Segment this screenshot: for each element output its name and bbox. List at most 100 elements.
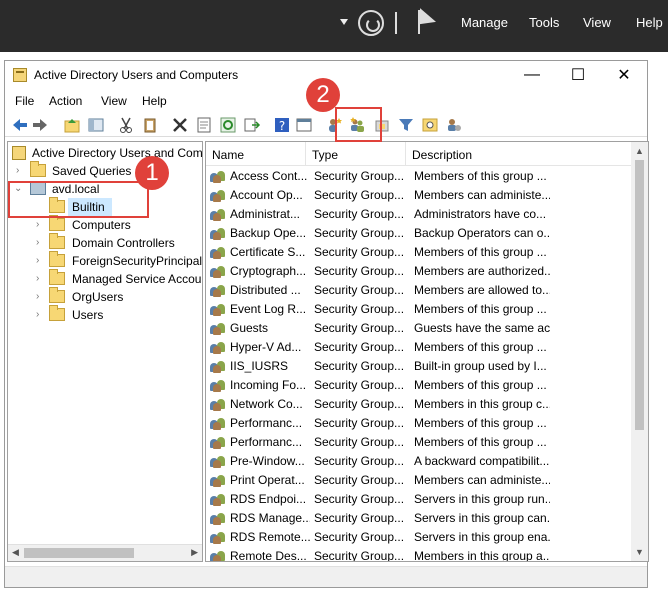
- tree-item-managed-service-accounts[interactable]: › Managed Service Accoun: [8, 269, 202, 288]
- tree-item-orgusers[interactable]: › OrgUsers: [8, 287, 202, 306]
- group-icon: [210, 169, 226, 183]
- export-list-icon[interactable]: [243, 116, 261, 134]
- menu-file[interactable]: File: [15, 94, 34, 108]
- dropdown-arrow-icon[interactable]: [340, 19, 348, 25]
- scroll-right-icon[interactable]: ▶: [191, 547, 198, 558]
- cut-icon[interactable]: [117, 116, 135, 134]
- folder-icon: [49, 305, 65, 321]
- up-folder-icon[interactable]: [63, 116, 81, 134]
- close-button[interactable]: ✕: [601, 61, 647, 89]
- cell-name: Event Log R...: [230, 302, 307, 316]
- minimize-button[interactable]: —: [509, 61, 555, 89]
- add-to-group-icon[interactable]: [445, 116, 463, 134]
- chevron-right-icon[interactable]: ›: [16, 165, 19, 176]
- table-row[interactable]: Certificate S... Security Group... Members…: [206, 242, 633, 261]
- host-menu-view[interactable]: View: [583, 15, 611, 30]
- table-row[interactable]: Remote Des... Security Group... Members in…: [206, 546, 633, 562]
- cell-description: A backward compatibilit...: [414, 454, 550, 468]
- paste-icon[interactable]: [141, 116, 159, 134]
- tree-item-foreign-security-principals[interactable]: › ForeignSecurityPrincipals: [8, 251, 202, 270]
- table-row[interactable]: Pre-Window... Security Group... A backward…: [206, 451, 633, 470]
- chevron-right-icon[interactable]: ›: [36, 237, 39, 248]
- filter-icon[interactable]: [397, 116, 415, 134]
- menu-view[interactable]: View: [101, 94, 127, 108]
- refresh-icon[interactable]: [358, 10, 384, 36]
- chevron-right-icon[interactable]: ›: [36, 219, 39, 230]
- find-icon[interactable]: [421, 116, 439, 134]
- host-menu-help[interactable]: Help: [636, 15, 663, 30]
- tree-item-domain-controllers[interactable]: › Domain Controllers: [8, 233, 202, 252]
- cell-description: Guests have the same ac...: [414, 321, 550, 335]
- list-vertical-scrollbar[interactable]: ▲ ▼: [631, 142, 648, 561]
- group-icon: [210, 378, 226, 392]
- table-row[interactable]: Distributed ... Security Group... Members …: [206, 280, 633, 299]
- column-header-name[interactable]: Name: [206, 142, 306, 166]
- chevron-right-icon[interactable]: ›: [36, 273, 39, 284]
- back-arrow-icon[interactable]: [11, 116, 29, 134]
- column-header-type[interactable]: Type: [306, 142, 406, 166]
- table-row[interactable]: Performanc... Security Group... Members of…: [206, 432, 633, 451]
- table-row[interactable]: RDS Remote... Security Group... Servers in…: [206, 527, 633, 546]
- table-row[interactable]: Administrat... Security Group... Administr…: [206, 204, 633, 223]
- chevron-right-icon[interactable]: ›: [36, 291, 39, 302]
- table-row[interactable]: Access Cont... Security Group... Members o…: [206, 166, 633, 185]
- table-row[interactable]: Backup Ope... Security Group... Backup Ope…: [206, 223, 633, 242]
- scroll-left-icon[interactable]: ◀: [12, 547, 19, 558]
- show-tree-icon[interactable]: [87, 116, 105, 134]
- flag-icon[interactable]: [418, 8, 438, 34]
- table-row[interactable]: Print Operat... Security Group... Members …: [206, 470, 633, 489]
- cell-description: Servers in this group can...: [414, 511, 550, 525]
- scrollbar-thumb[interactable]: [24, 548, 134, 558]
- cell-type: Security Group...: [314, 435, 405, 449]
- console-icon[interactable]: [295, 116, 313, 134]
- tree-item-saved-queries[interactable]: › Saved Queries: [8, 161, 202, 180]
- chevron-right-icon[interactable]: ›: [36, 255, 39, 266]
- table-row[interactable]: Event Log R... Security Group... Members o…: [206, 299, 633, 318]
- cell-name: Cryptograph...: [230, 264, 307, 278]
- refresh-list-icon[interactable]: [219, 116, 237, 134]
- tree-item-computers[interactable]: › Computers: [8, 215, 202, 234]
- cell-name: Performanc...: [230, 416, 303, 430]
- table-row[interactable]: Cryptograph... Security Group... Members a…: [206, 261, 633, 280]
- table-row[interactable]: Guests Security Group... Guests have the s…: [206, 318, 633, 337]
- tree-horizontal-scrollbar[interactable]: ◀ ▶: [8, 544, 202, 561]
- scroll-up-icon[interactable]: ▲: [635, 146, 644, 156]
- table-row[interactable]: RDS Manage... Security Group... Servers in…: [206, 508, 633, 527]
- delete-icon[interactable]: [171, 116, 189, 134]
- properties-icon[interactable]: [195, 116, 213, 134]
- cell-type: Security Group...: [314, 549, 405, 562]
- help-icon[interactable]: ?: [273, 116, 291, 134]
- table-row[interactable]: IIS_IUSRS Security Group... Built-in group…: [206, 356, 633, 375]
- menu-help[interactable]: Help: [142, 94, 167, 108]
- cell-name: Account Op...: [230, 188, 303, 202]
- cell-description: Administrators have co...: [414, 207, 547, 221]
- cell-description: Members of this group ...: [414, 416, 547, 430]
- svg-text:?: ?: [279, 119, 285, 133]
- tree-root-label: Active Directory Users and Com: [32, 146, 203, 160]
- menu-action[interactable]: Action: [49, 94, 82, 108]
- cell-type: Security Group...: [314, 226, 405, 240]
- cell-name: Incoming Fo...: [230, 378, 307, 392]
- tree-item-label: OrgUsers: [72, 290, 124, 304]
- forward-arrow-icon[interactable]: [31, 116, 49, 134]
- group-icon: [210, 264, 226, 278]
- table-row[interactable]: Incoming Fo... Security Group... Members o…: [206, 375, 633, 394]
- host-menu-manage[interactable]: Manage: [461, 15, 508, 30]
- column-header-description[interactable]: Description: [406, 142, 633, 166]
- maximize-button[interactable]: ☐: [555, 61, 601, 89]
- cell-name: Network Co...: [230, 397, 303, 411]
- chevron-right-icon[interactable]: ›: [36, 309, 39, 320]
- cell-description: Members of this group ...: [414, 169, 547, 183]
- tree-item-users[interactable]: › Users: [8, 305, 202, 324]
- table-row[interactable]: Hyper-V Ad... Security Group... Members of…: [206, 337, 633, 356]
- table-row[interactable]: RDS Endpoi... Security Group... Servers in…: [206, 489, 633, 508]
- table-row[interactable]: Network Co... Security Group... Members in…: [206, 394, 633, 413]
- cell-description: Members of this group ...: [414, 302, 547, 316]
- tree-root[interactable]: Active Directory Users and Com: [8, 144, 203, 162]
- scrollbar-thumb[interactable]: [635, 160, 644, 430]
- group-icon: [210, 530, 226, 544]
- table-row[interactable]: Performanc... Security Group... Members of…: [206, 413, 633, 432]
- table-row[interactable]: Account Op... Security Group... Members ca…: [206, 185, 633, 204]
- scroll-down-icon[interactable]: ▼: [635, 547, 644, 557]
- host-menu-tools[interactable]: Tools: [529, 15, 559, 30]
